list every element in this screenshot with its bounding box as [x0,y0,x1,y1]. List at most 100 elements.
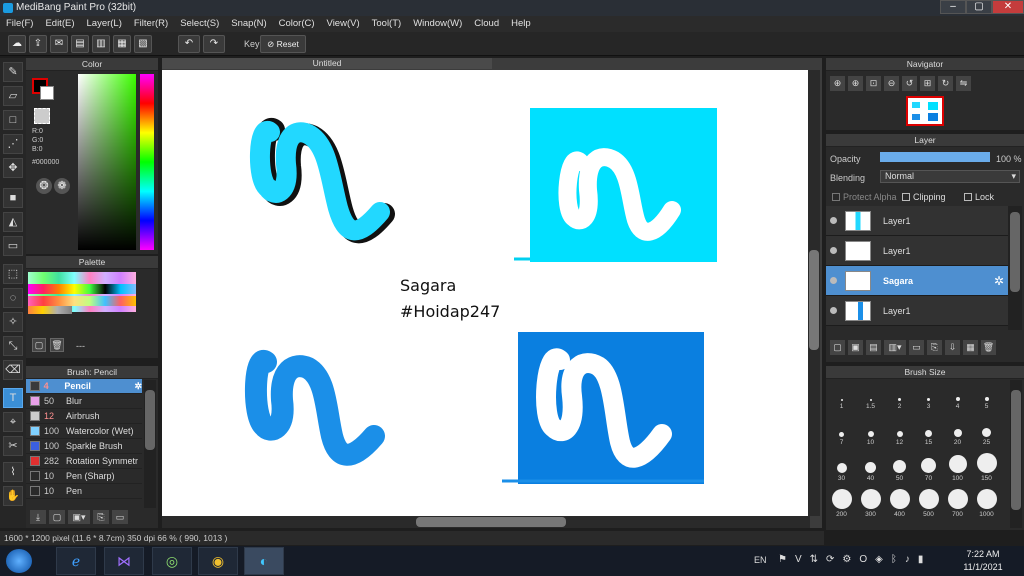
zoom-in-icon[interactable]: ⊕ [848,76,863,91]
chrome-icon[interactable]: ◉ [198,547,238,575]
visibility-icon[interactable] [830,247,837,254]
vivaldi-icon[interactable]: V [795,554,802,565]
panel-icon[interactable]: ▧ [134,35,152,53]
menu-cloud[interactable]: Cloud [468,16,505,32]
clock-time[interactable]: 7:22 AM [966,549,1000,559]
redo-icon[interactable]: ↷ [203,35,225,53]
layer-row[interactable]: Layer1 [826,236,1008,266]
navigator-preview[interactable] [906,96,944,126]
menu-layer[interactable]: Layer(L) [81,16,128,32]
menu-snap[interactable]: Snap(N) [225,16,272,32]
zoom-out-icon[interactable]: ⊖ [884,76,899,91]
new-1bit-layer-icon[interactable]: ▤ [866,340,881,355]
color-sv-picker[interactable] [78,74,136,250]
ie-icon[interactable]: ℯ [56,547,96,575]
bucket-tool-icon[interactable]: ◭ [3,212,23,232]
brush-size-option[interactable]: 500 [914,488,943,518]
medibang-taskbar-icon[interactable]: ◐ [244,547,284,575]
secondary-color-swatch[interactable] [40,86,54,100]
rotate-right-icon[interactable]: ↻ [938,76,953,91]
divide-tool-icon[interactable]: ✂ [3,436,23,456]
menu-view[interactable]: View(V) [321,16,366,32]
fill-rect-tool-icon[interactable]: ■ [3,188,23,208]
document-canvas[interactable]: Sagara #Hoidap247 [162,70,810,516]
select-pen-icon[interactable]: ⤡ [3,336,23,356]
brush-size-option[interactable]: 20 [943,416,972,446]
app-icon-green[interactable]: ◎ [152,547,192,575]
rotate-left-icon[interactable]: ↺ [902,76,917,91]
text-tool-icon[interactable]: T [3,388,23,408]
brush-menu-icon[interactable]: ▣▾ [68,510,90,524]
brush-size-option[interactable]: 12 [885,416,914,446]
brush-size-option[interactable]: 1000 [972,488,1001,518]
document-icon[interactable]: ▥ [92,35,110,53]
reset-view-icon[interactable]: ⊞ [920,76,935,91]
brush-size-option[interactable]: 100 [943,452,972,482]
brush-size-scrollbar[interactable] [1010,380,1022,528]
layer-scroll-thumb[interactable] [1010,212,1020,292]
brush-tool-icon[interactable]: ✎ [3,62,23,82]
eyedropper-icon[interactable]: ⌇ [3,462,23,482]
folder-icon[interactable]: ▭ [909,340,924,355]
opacity-slider[interactable] [880,152,990,162]
zoom-fit-icon[interactable]: ⊕ [830,76,845,91]
brush-size-option[interactable]: 15 [914,416,943,446]
select-tool-icon[interactable]: ⬚ [3,264,23,284]
brush-item[interactable]: 100 Sparkle Brush [26,439,142,454]
operation-tool-icon[interactable]: ⌖ [3,412,23,432]
network-icon[interactable]: ⇅ [810,554,818,565]
brush-size-option[interactable]: 25 [972,416,1001,446]
merge-icon[interactable]: ⇩ [945,340,960,355]
brush-size-option[interactable]: 1.5 [856,380,885,410]
brush-folder-icon[interactable]: ▭ [112,510,128,524]
brush-download-icon[interactable]: ⤓ [30,510,46,524]
palette-row-3[interactable] [28,296,136,306]
bluetooth-icon[interactable]: ᛒ [891,554,897,565]
gradient-tool-icon[interactable]: ▭ [3,236,23,256]
palette-add-icon[interactable]: ▢ [32,338,46,352]
security-icon[interactable]: ◈ [875,554,883,565]
settings-icon[interactable]: ⚙ [842,554,851,565]
layer-settings-icon[interactable]: ▦ [963,340,978,355]
minimize-button[interactable]: – [940,0,966,14]
menu-color[interactable]: Color(C) [273,16,321,32]
color-set-icon[interactable]: ❁ [54,178,70,194]
brush-scrollbar[interactable] [144,380,156,508]
transparent-swatch[interactable] [34,108,50,124]
new-layer-icon[interactable]: ▢ [830,340,845,355]
document-tab[interactable]: Untitled [162,58,492,69]
share-icon[interactable]: ⇪ [29,35,47,53]
brush-item[interactable]: 4 Pencil ✲ [26,379,142,394]
brush-size-option[interactable]: 150 [972,452,1001,482]
brush-item[interactable]: 10 Pen [26,484,142,499]
gear-icon[interactable]: ✲ [134,381,142,392]
menu-select[interactable]: Select(S) [174,16,225,32]
new-8bit-layer-icon[interactable]: ▣ [848,340,863,355]
visual-studio-icon[interactable]: ⋈ [104,547,144,575]
menu-tool[interactable]: Tool(T) [366,16,408,32]
flag-icon[interactable]: ⚑ [778,554,787,565]
opera-icon[interactable]: O [859,554,867,565]
palette-row-2[interactable] [28,284,136,294]
sync-icon[interactable]: ⟳ [826,554,834,565]
start-button[interactable] [6,549,32,573]
brush-size-option[interactable]: 70 [914,452,943,482]
lasso-tool-icon[interactable]: ◌ [3,288,23,308]
brush-size-scroll-thumb[interactable] [1011,390,1021,510]
layer-row[interactable]: Layer1 [826,296,1008,326]
brush-scroll-thumb[interactable] [145,390,155,450]
signal-icon[interactable]: ▮ [918,554,924,565]
brush-size-option[interactable]: 50 [885,452,914,482]
brush-item[interactable]: 50 Blur [26,394,142,409]
menu-window[interactable]: Window(W) [407,16,468,32]
grid-icon[interactable]: ▦ [113,35,131,53]
brush-size-option[interactable]: 10 [856,416,885,446]
color-wheel-icon[interactable]: ❂ [36,178,52,194]
comment-icon[interactable]: ✉ [50,35,68,53]
layer-menu-icon[interactable]: ▥▾ [884,340,906,355]
cloud-icon[interactable]: ☁ [8,35,26,53]
magic-wand-icon[interactable]: ✧ [3,312,23,332]
brush-size-option[interactable]: 200 [827,488,856,518]
duplicate-icon[interactable]: ⎘ [927,340,942,355]
maximize-button[interactable]: ▢ [966,0,992,14]
